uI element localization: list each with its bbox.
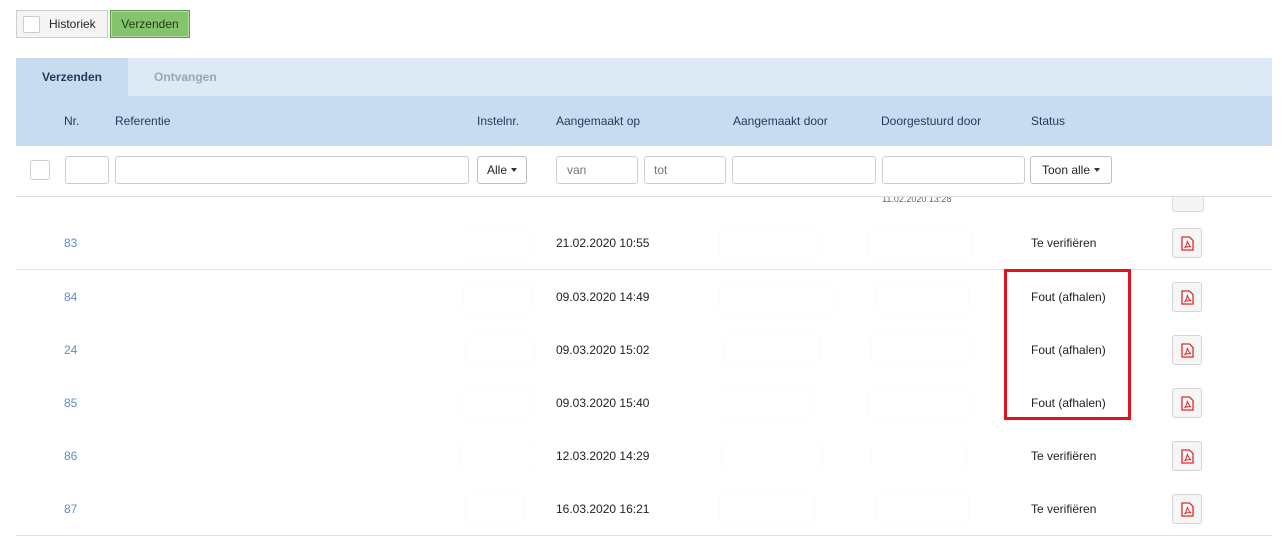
row-created-date: 09.03.2020 15:02 [556,343,650,357]
table-header: Nr. Referentie Instelnr. Aangemaakt op A… [16,96,1272,146]
row-nr-link[interactable]: 83 [64,236,77,250]
date-from-input[interactable] [556,156,638,184]
instelnr-cell [465,228,530,258]
row-nr-link[interactable]: 84 [64,290,77,304]
tabs-bar: Verzenden Ontvangen [16,58,1272,96]
date-to-input[interactable] [644,156,726,184]
row-status: Te verifiëren [1031,502,1097,516]
pdf-button[interactable] [1172,441,1202,471]
aangemaakt-door-cell [720,228,817,258]
doorgestuurd-door-cell [876,282,968,312]
pdf-icon [1180,501,1194,517]
instelnr-cell [463,388,533,418]
aangemaakt-door-cell [722,441,822,471]
table-row[interactable]: 86 12.03.2020 14:29 Te verifiëren [16,429,1272,483]
doorgestuurd-door-cell [876,494,968,524]
referentie-filter-input[interactable] [115,156,469,184]
filter-row: Alle Toon alle [16,146,1272,197]
select-all-checkbox[interactable] [30,160,50,180]
row-created-date: 09.03.2020 14:49 [556,290,650,304]
row-status: Te verifiëren [1031,449,1097,463]
instelnr-cell [466,494,524,524]
instelnr-select[interactable]: Alle [477,156,527,184]
verzenden-button[interactable]: Verzenden [110,10,190,38]
column-header-nr[interactable]: Nr. [64,114,79,128]
aangemaakt-door-cell [720,494,814,524]
column-header-doorgestuurd-door[interactable]: Doorgestuurd door [881,114,981,128]
verzenden-label: Verzenden [121,17,179,31]
column-header-instelnr[interactable]: Instelnr. [477,114,519,128]
caret-down-icon [511,168,517,172]
caret-down-icon [1094,168,1101,172]
table-row[interactable]: 87 16.03.2020 16:21 Te verifiëren [16,482,1272,536]
instelnr-cell [461,441,535,471]
aangemaakt-door-cell [720,282,834,312]
table-row-partial: 11.02.2020 13:28 [16,196,1272,217]
pdf-icon [1180,448,1194,464]
instelnr-cell [466,335,534,365]
status-select-value: Toon alle [1041,163,1091,177]
tab-verzenden[interactable]: Verzenden [16,58,128,96]
status-select[interactable]: Toon alle [1030,156,1112,184]
doorgestuurd-door-cell [872,335,970,365]
pdf-button[interactable] [1172,335,1202,365]
table-row[interactable]: 83 21.02.2020 10:55 Te verifiëren [16,216,1272,270]
pdf-icon [1180,235,1194,251]
aangemaakt-door-filter-input[interactable] [732,156,876,184]
pdf-button[interactable] [1172,196,1204,212]
pdf-button[interactable] [1172,494,1202,524]
row-created-date: 16.03.2020 16:21 [556,502,650,516]
doorgestuurd-door-filter-input[interactable] [882,156,1025,184]
pdf-icon [1180,395,1194,411]
row-nr-link[interactable]: 24 [64,343,77,357]
column-header-referentie[interactable]: Referentie [115,114,170,128]
error-status-highlight-box [1004,269,1131,420]
historiek-label: Historiek [49,17,96,31]
doorgestuurd-door-cell [869,388,969,418]
nr-filter-input[interactable] [65,156,109,184]
pdf-icon [1180,342,1194,358]
row-created-date: 12.03.2020 14:29 [556,449,650,463]
row-nr-link[interactable]: 87 [64,502,77,516]
doorgestuurd-door-cell [868,228,971,258]
column-header-aangemaakt-op[interactable]: Aangemaakt op [556,114,640,128]
pdf-button[interactable] [1172,228,1202,258]
row-created-date: 09.03.2020 15:40 [556,396,650,410]
tab-ontvangen[interactable]: Ontvangen [154,58,217,96]
instelnr-cell [464,282,532,312]
aangemaakt-door-cell [721,388,813,418]
doorgestuurd-door-cell [872,441,966,471]
pdf-icon [1180,289,1194,305]
doorgestuurd-timestamp: 11.02.2020 13:28 [882,196,952,204]
row-created-date: 21.02.2020 10:55 [556,236,650,250]
aangemaakt-door-cell [724,335,819,365]
instelnr-select-value: Alle [486,163,507,177]
pdf-button[interactable] [1172,282,1202,312]
row-nr-link[interactable]: 86 [64,449,77,463]
column-header-aangemaakt-door[interactable]: Aangemaakt door [733,114,828,128]
historiek-checkbox[interactable] [23,15,40,33]
toolbar: Historiek Verzenden [16,10,190,38]
row-status: Te verifiëren [1031,236,1097,250]
column-header-status[interactable]: Status [1031,114,1065,128]
row-nr-link[interactable]: 85 [64,396,77,410]
pdf-button[interactable] [1172,388,1202,418]
historiek-button[interactable]: Historiek [16,10,108,38]
